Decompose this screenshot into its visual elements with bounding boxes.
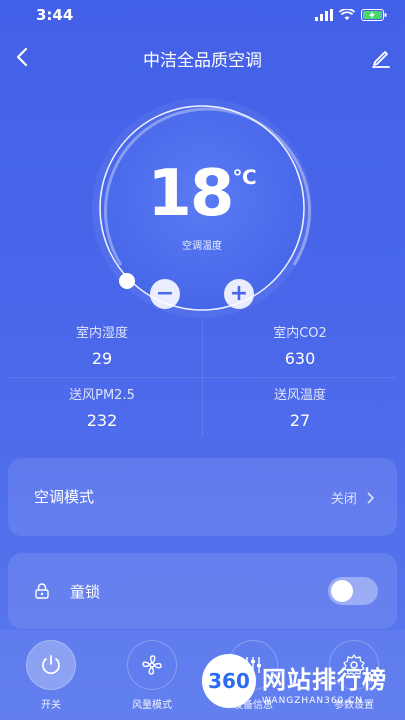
decrease-temperature-button[interactable]: −: [150, 279, 180, 309]
watermark-text: 网站排行榜: [262, 666, 387, 694]
fan-mode-button[interactable]: [127, 640, 177, 690]
child-lock-toggle[interactable]: [328, 577, 378, 605]
nav-label: 风量模式: [132, 700, 172, 711]
lock-icon: [35, 583, 49, 599]
stat-value: 29: [91, 349, 113, 368]
stat-indoor-humidity: 室内湿度 29: [2, 322, 202, 368]
nav-power[interactable]: 开关: [16, 640, 86, 711]
stat-value: 232: [86, 411, 118, 430]
temperature-unit: ℃: [232, 165, 257, 189]
stat-label: 室内CO2: [273, 326, 327, 341]
watermark-subtext: WANGZHAN360.CN: [262, 696, 364, 706]
increase-temperature-button[interactable]: +: [224, 279, 254, 309]
watermark-badge: 360: [202, 654, 256, 708]
status-time: 3:44: [36, 6, 74, 24]
status-bar: 3:44: [0, 0, 405, 32]
stat-value: 27: [289, 411, 311, 430]
signal-icon: [315, 9, 333, 21]
power-button[interactable]: [26, 640, 76, 690]
nav-fan-mode[interactable]: 风量模式: [117, 640, 187, 711]
temperature-readout: 18℃: [89, 157, 315, 231]
page-title: 中洁全品质空调: [143, 51, 262, 71]
stat-label: 送风PM2.5: [69, 388, 135, 403]
nav-label: 开关: [41, 700, 61, 711]
stat-supply-pm25: 送风PM2.5 232: [2, 384, 202, 430]
status-icons: [315, 9, 387, 21]
stat-value: 630: [284, 349, 316, 368]
wifi-icon: [339, 9, 355, 20]
power-icon: [42, 655, 60, 675]
ac-mode-row[interactable]: 空调模式 关闭: [8, 458, 397, 536]
dial-slider-knob[interactable]: [119, 273, 135, 289]
battery-charging-icon: [361, 9, 387, 21]
temperature-label: 空调温度: [182, 241, 222, 252]
ac-mode-value: 关闭: [331, 488, 375, 507]
ac-mode-label: 空调模式: [34, 488, 95, 506]
child-lock-label: 童锁: [70, 583, 101, 601]
stat-indoor-co2: 室内CO2 630: [200, 322, 400, 368]
watermark: 360 网站排行榜 WANGZHAN360.CN: [198, 650, 405, 720]
temperature-value: 18: [147, 157, 234, 231]
fan-icon: [142, 655, 162, 675]
stat-supply-temperature: 送风温度 27: [200, 384, 400, 430]
child-lock-row: 童锁: [8, 553, 397, 629]
sensor-stats: 室内湿度 29 室内CO2 630 送风PM2.5 232 送风温度 27: [0, 318, 405, 436]
stat-label: 室内湿度: [75, 326, 128, 341]
chevron-right-icon: [367, 492, 375, 504]
stats-divider-horizontal: [8, 377, 397, 378]
toggle-knob: [331, 580, 353, 602]
nav-bar: 中洁全品质空调: [0, 38, 405, 78]
stat-label: 送风温度: [273, 388, 326, 403]
edit-icon[interactable]: [369, 46, 393, 70]
